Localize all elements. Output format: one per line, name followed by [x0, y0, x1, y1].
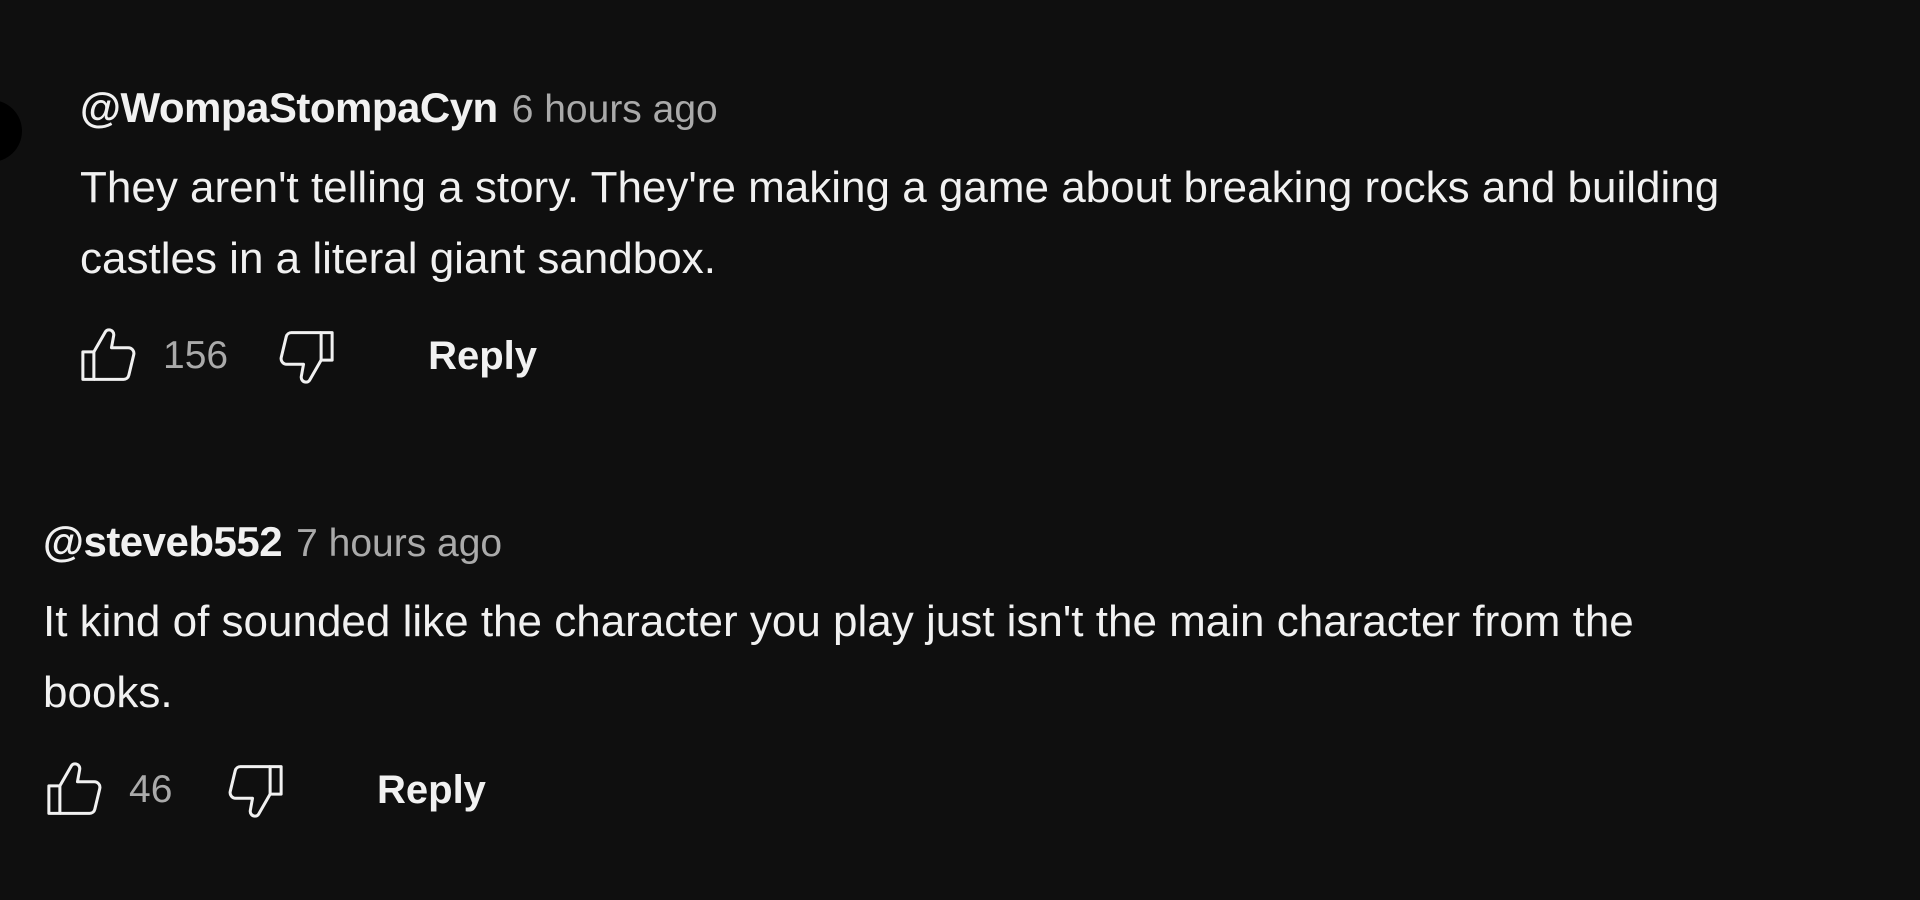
like-button[interactable] [73, 320, 145, 392]
comment-timestamp[interactable]: 6 hours ago [512, 88, 718, 132]
comment-thread: @WompaStompaCyn 6 hours ago They aren't … [80, 84, 1920, 392]
dislike-button[interactable] [270, 320, 342, 392]
thumbs-down-icon [279, 331, 334, 384]
like-count: 156 [163, 334, 229, 377]
comment-author[interactable]: @steveb552 [43, 518, 283, 566]
thumbs-down-icon [228, 765, 283, 818]
thumbs-up-icon [47, 762, 102, 815]
comment-actions: 156 Reply [73, 320, 1920, 392]
reply-button[interactable]: Reply [428, 326, 537, 387]
comment-actions: 46 Reply [39, 754, 1920, 826]
comment-header: @steveb552 7 hours ago [43, 518, 1920, 568]
avatar[interactable] [0, 100, 22, 162]
comment-timestamp[interactable]: 7 hours ago [296, 522, 502, 566]
comment-thread: @steveb552 7 hours ago It kind of sounde… [43, 518, 1920, 826]
like-button[interactable] [39, 754, 111, 826]
comment-text: It kind of sounded like the character yo… [43, 597, 1634, 717]
dislike-button[interactable] [219, 754, 291, 826]
comment-author[interactable]: @WompaStompaCyn [80, 84, 498, 132]
thumbs-up-icon [81, 328, 136, 381]
comment-header: @WompaStompaCyn 6 hours ago [80, 84, 1920, 134]
reply-button[interactable]: Reply [377, 760, 486, 821]
comment-text: They aren't telling a story. They're mak… [80, 163, 1720, 283]
like-count: 46 [129, 768, 173, 811]
